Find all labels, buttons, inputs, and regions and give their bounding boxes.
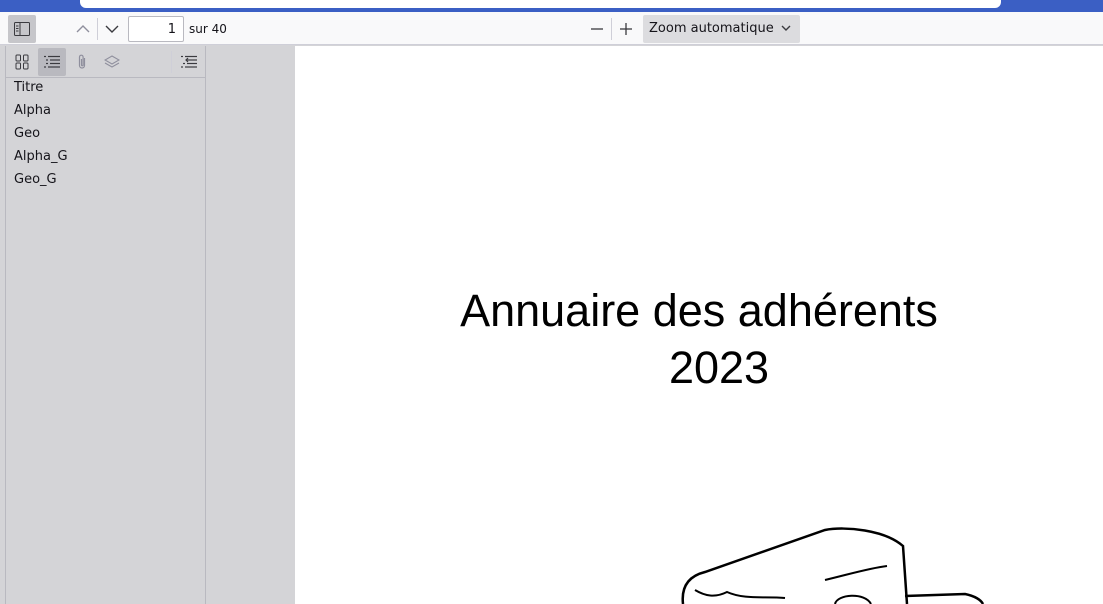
attachments-view-button[interactable] [68, 48, 96, 76]
previous-page-button[interactable] [69, 15, 97, 43]
current-outline-item-button[interactable] [175, 48, 203, 76]
minus-icon [591, 28, 603, 30]
zoom-out-button[interactable] [583, 15, 611, 43]
plus-icon [620, 23, 632, 35]
sidebar-divider [171, 51, 172, 73]
outline-icon [44, 55, 60, 68]
outline-view-button[interactable] [38, 48, 66, 76]
document-viewer[interactable]: Annuaire des adhérents 2023 [206, 46, 1103, 604]
thumbnails-icon [15, 54, 29, 70]
chevron-down-icon [105, 25, 119, 33]
paperclip-icon [78, 54, 86, 69]
sidebar: Titre Alpha Geo Alpha_G Geo_G [5, 46, 206, 604]
sidebar-toggle-icon [14, 22, 30, 36]
document-outline: Titre Alpha Geo Alpha_G Geo_G [6, 80, 205, 195]
zoom-in-button[interactable] [612, 15, 640, 43]
layers-icon [104, 55, 120, 68]
document-year: 2023 [668, 342, 770, 393]
layers-view-button[interactable] [98, 48, 126, 76]
sidebar-view-toolbar [6, 46, 205, 78]
chevron-up-icon [76, 25, 90, 33]
pdf-page: Annuaire des adhérents 2023 [295, 46, 1103, 604]
document-title: Annuaire des adhérents [460, 285, 938, 336]
outline-item[interactable]: Titre [6, 80, 205, 103]
cover-illustration [681, 527, 985, 604]
browser-chrome-strip [0, 0, 1103, 12]
outline-item[interactable]: Geo_G [6, 172, 205, 195]
next-page-button[interactable] [98, 15, 126, 43]
outline-item[interactable]: Geo [6, 126, 205, 149]
thumbnails-view-button[interactable] [8, 48, 36, 76]
zoom-select[interactable]: Zoom automatique [643, 15, 800, 43]
pdf-toolbar: sur 40 Zoom automatique [0, 12, 1103, 45]
page-count-label: sur 40 [189, 22, 227, 36]
outline-item[interactable]: Alpha [6, 103, 205, 126]
outline-item[interactable]: Alpha_G [6, 149, 205, 172]
chevron-down-icon [781, 25, 791, 31]
address-bar[interactable] [80, 0, 1001, 8]
sidebar-toggle-button[interactable] [8, 15, 36, 43]
page-number-input[interactable] [128, 16, 184, 42]
zoom-select-value: Zoom automatique [649, 21, 774, 36]
find-outline-item-icon [181, 55, 197, 68]
